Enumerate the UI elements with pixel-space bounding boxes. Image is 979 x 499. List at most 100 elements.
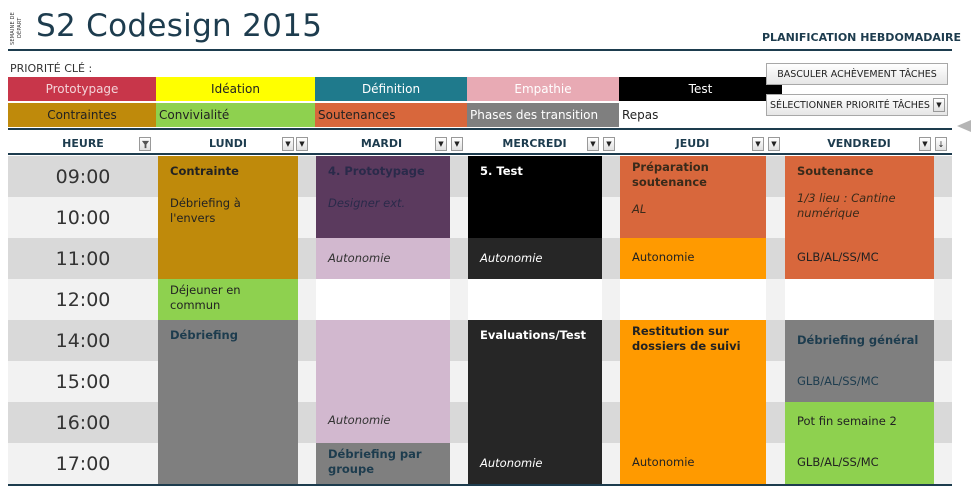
- dropdown-icon[interactable]: ▼: [768, 137, 780, 151]
- event-block[interactable]: 4. Prototypage Designer ext.: [316, 156, 450, 238]
- column-gutter: [298, 279, 316, 320]
- dropdown-icon[interactable]: ▼: [296, 137, 308, 151]
- dropdown-icon[interactable]: ▼: [603, 137, 615, 151]
- event-block[interactable]: Contrainte Débriefing à l'envers: [158, 156, 298, 279]
- priority-label-text: Prototypage: [45, 82, 119, 96]
- filter-icon[interactable]: [139, 137, 151, 151]
- hour-cell: 12:00: [55, 288, 111, 311]
- event-block[interactable]: Evaluations/Test: [468, 320, 602, 443]
- event-block[interactable]: 5. Test: [468, 156, 602, 238]
- event-block[interactable]: Restitution sur dossiers de suivi: [620, 320, 766, 443]
- column-gutter: [298, 402, 316, 443]
- event-title: Débriefing: [170, 328, 238, 342]
- column-gutter: [450, 443, 468, 484]
- event-block[interactable]: GLB/AL/SS/MC: [785, 361, 934, 402]
- dropdown-icon[interactable]: ▼: [752, 137, 764, 151]
- column-gutter: [450, 238, 468, 279]
- column-gutter: [450, 361, 468, 402]
- dropdown-icon[interactable]: ▼: [919, 137, 931, 151]
- event-block[interactable]: Autonomie: [468, 238, 602, 279]
- column-gutter: [934, 402, 952, 443]
- column-gutter: [298, 361, 316, 402]
- column-header-label: HEURE: [62, 136, 104, 150]
- dropdown-icon[interactable]: ▼: [451, 137, 463, 151]
- event-title: Autonomie: [328, 251, 391, 265]
- hour-cell: 11:00: [55, 247, 111, 270]
- hour-cell: 09:00: [55, 165, 111, 188]
- column-gutter: [298, 156, 316, 197]
- dropdown-icon[interactable]: ▼: [587, 137, 599, 151]
- column-gutter: [450, 156, 468, 197]
- event-title: Contrainte: [170, 164, 239, 178]
- column-gutter: [298, 238, 316, 279]
- priority-prototypage[interactable]: Prototypage: [8, 77, 156, 101]
- event-block[interactable]: Pot fin semaine 2: [785, 402, 934, 443]
- column-gutter: [298, 320, 316, 361]
- dropdown-icon[interactable]: ▼: [435, 137, 447, 151]
- page-subtitle: PLANIFICATION HEBDOMADAIRE: [762, 31, 961, 44]
- event-title: Autonomie: [632, 250, 695, 264]
- priority-empathie[interactable]: Empathie: [467, 77, 619, 101]
- event-detail: Designer ext.: [328, 196, 406, 210]
- column-gutter: [298, 443, 316, 484]
- event-block[interactable]: Déjeuner en commun: [158, 279, 298, 320]
- priority-label-text: Phases des transition: [470, 108, 599, 122]
- column-header-vendredi: VENDREDI: [784, 135, 934, 151]
- event-title: Débriefing par groupe: [328, 447, 422, 476]
- column-gutter: [766, 197, 785, 238]
- hour-cell: 14:00: [55, 329, 111, 352]
- event-block[interactable]: Débriefing par groupe: [316, 443, 450, 484]
- sort-icon[interactable]: ↓: [935, 137, 947, 151]
- priority-test[interactable]: Test: [619, 77, 782, 101]
- event-block[interactable]: Autonomie: [468, 443, 602, 484]
- event-title: Autonomie: [480, 251, 543, 265]
- priority-contraintes[interactable]: Contraintes: [8, 103, 156, 127]
- event-block[interactable]: Autonomie: [620, 238, 766, 279]
- column-gutter: [766, 320, 785, 361]
- event-title: Restitution sur dossiers de suivi: [632, 324, 741, 353]
- event-detail: 1/3 lieu : Cantine numérique: [797, 191, 896, 220]
- hour-cell: 17:00: [55, 452, 111, 475]
- event-block[interactable]: Autonomie: [316, 238, 450, 279]
- priority-definition[interactable]: Définition: [315, 77, 467, 101]
- toggle-completion-button[interactable]: BASCULER ACHÈVEMENT TÂCHES: [766, 63, 948, 85]
- column-gutter: [934, 443, 952, 484]
- event-block[interactable]: GLB/AL/SS/MC: [785, 238, 934, 279]
- column-gutter: [450, 320, 468, 361]
- select-priority-button[interactable]: SÉLECTIONNER PRIORITÉ TÂCHES ▼: [766, 94, 948, 116]
- column-header-label: JEUDI: [675, 136, 710, 150]
- column-header-mercredi: MERCREDI: [467, 135, 602, 151]
- column-header-label: LUNDI: [209, 136, 247, 150]
- priority-convivialite[interactable]: Convivialité: [156, 103, 315, 127]
- column-gutter: [766, 279, 785, 320]
- priority-label-text: Idéation: [211, 82, 260, 96]
- dropdown-icon[interactable]: ▼: [282, 137, 294, 151]
- hour-cell: 15:00: [55, 370, 111, 393]
- event-block[interactable]: Débriefing général: [785, 320, 934, 361]
- event-block[interactable]: Autonomie: [316, 320, 450, 443]
- week-start-label: SEMAINE DE DÉPART: [10, 11, 23, 45]
- title-divider: [8, 49, 952, 51]
- column-gutter: [934, 320, 952, 361]
- event-title: Evaluations/Test: [480, 328, 587, 342]
- column-gutter: [602, 402, 620, 443]
- priority-label-text: Contraintes: [47, 108, 117, 122]
- event-detail: Débriefing à l'envers: [170, 196, 241, 225]
- column-gutter: [602, 320, 620, 361]
- priority-phases-transition[interactable]: Phases des transition: [467, 103, 619, 127]
- event-block[interactable]: Soutenance 1/3 lieu : Cantine numérique: [785, 156, 934, 238]
- priority-repas[interactable]: Repas: [619, 103, 782, 127]
- column-header-lundi: LUNDI: [158, 135, 298, 151]
- event-block[interactable]: Débriefing: [158, 320, 298, 484]
- event-title: Pot fin semaine 2: [797, 414, 897, 428]
- hour-cell: 10:00: [55, 206, 111, 229]
- table-bottom-border: [8, 484, 952, 486]
- event-block[interactable]: GLB/AL/SS/MC: [785, 443, 934, 484]
- priority-soutenances[interactable]: Soutenances: [315, 103, 467, 127]
- event-block[interactable]: Préparation soutenance AL: [620, 156, 766, 238]
- event-detail: AL: [632, 202, 647, 216]
- column-gutter: [934, 238, 952, 279]
- event-title: Autonomie: [480, 456, 543, 470]
- priority-ideation[interactable]: Idéation: [156, 77, 315, 101]
- event-block[interactable]: Autonomie: [620, 443, 766, 484]
